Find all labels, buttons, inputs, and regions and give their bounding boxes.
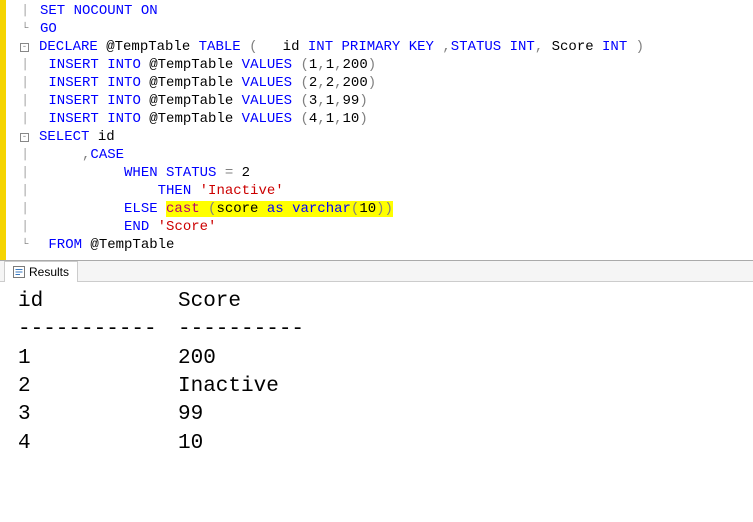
fold-spacer: │: [18, 56, 32, 74]
fold-spacer: │: [18, 74, 32, 92]
code-text: INSERT INTO @TempTable VALUES (2,2,200): [32, 74, 376, 92]
sql-editor[interactable]: │SET NOCOUNT ON └GO -DECLARE @TempTable …: [0, 0, 753, 260]
fold-spacer: │: [18, 200, 32, 218]
code-text: END 'Score': [32, 218, 216, 236]
output-row: 410: [18, 430, 753, 458]
change-indicator-bar: [0, 0, 6, 260]
code-line: │ WHEN STATUS = 2: [18, 164, 753, 182]
code-line: │ INSERT INTO @TempTable VALUES (2,2,200…: [18, 74, 753, 92]
code-text: ,CASE: [32, 146, 124, 164]
fold-toggle-icon[interactable]: -: [20, 133, 29, 142]
output-divider-col: ----------: [178, 316, 304, 344]
fold-toggle-icon[interactable]: -: [20, 43, 29, 52]
code-line: │ END 'Score': [18, 218, 753, 236]
output-cell: 2: [18, 373, 178, 401]
output-header: id Score: [18, 288, 753, 316]
code-line: └GO: [18, 20, 753, 38]
output-cell: Inactive: [178, 373, 279, 401]
tab-results-label: Results: [29, 265, 69, 279]
code-line: │ THEN 'Inactive': [18, 182, 753, 200]
code-text: INSERT INTO @TempTable VALUES (3,1,99): [32, 92, 368, 110]
code-line: │ ,CASE: [18, 146, 753, 164]
code-text: INSERT INTO @TempTable VALUES (4,1,10): [32, 110, 368, 128]
fold-spacer: │: [18, 2, 32, 20]
output-cell: 10: [178, 430, 203, 458]
fold-end: └: [18, 20, 32, 38]
code-text: DECLARE @TempTable TABLE ( id INT PRIMAR…: [31, 38, 644, 56]
fold-spacer: │: [18, 164, 32, 182]
code-text: ELSE cast (score as varchar(10)): [32, 200, 393, 218]
code-text: SET NOCOUNT ON: [32, 2, 158, 20]
output-cell: 1: [18, 345, 178, 373]
fold-spacer: │: [18, 146, 32, 164]
fold-end: └: [18, 236, 32, 254]
code-line: └ FROM @TempTable: [18, 236, 753, 254]
code-text: FROM @TempTable: [32, 236, 174, 254]
code-area[interactable]: │SET NOCOUNT ON └GO -DECLARE @TempTable …: [18, 2, 753, 254]
fold-spacer: │: [18, 218, 32, 236]
fold-spacer: │: [18, 110, 32, 128]
code-text: GO: [32, 20, 57, 38]
output-row: 1200: [18, 345, 753, 373]
code-text: SELECT id: [31, 128, 115, 146]
output-row: 2Inactive: [18, 373, 753, 401]
code-text: WHEN STATUS = 2: [32, 164, 250, 182]
code-line: -DECLARE @TempTable TABLE ( id INT PRIMA…: [18, 38, 753, 56]
output-cell: 3: [18, 401, 178, 429]
results-tab-bar: Results: [0, 260, 753, 282]
output-header-id: id: [18, 288, 178, 316]
output-cell: 99: [178, 401, 203, 429]
output-header-score: Score: [178, 288, 241, 316]
tab-results[interactable]: Results: [4, 261, 78, 282]
output-divider: ----------- ----------: [18, 316, 753, 344]
fold-spacer: │: [18, 92, 32, 110]
code-text: THEN 'Inactive': [32, 182, 284, 200]
code-line: │ INSERT INTO @TempTable VALUES (4,1,10): [18, 110, 753, 128]
output-rows: 12002Inactive399410: [18, 345, 753, 458]
fold-spacer: │: [18, 182, 32, 200]
code-line: -SELECT id: [18, 128, 753, 146]
code-line: │ ELSE cast (score as varchar(10)): [18, 200, 753, 218]
code-line: │SET NOCOUNT ON: [18, 2, 753, 20]
code-line: │ INSERT INTO @TempTable VALUES (1,1,200…: [18, 56, 753, 74]
code-text: INSERT INTO @TempTable VALUES (1,1,200): [32, 56, 376, 74]
results-output[interactable]: id Score ----------- ---------- 12002Ina…: [0, 282, 753, 458]
output-row: 399: [18, 401, 753, 429]
output-cell: 200: [178, 345, 216, 373]
output-divider-col: -----------: [18, 316, 178, 344]
results-text-icon: [13, 266, 25, 278]
output-cell: 4: [18, 430, 178, 458]
code-line: │ INSERT INTO @TempTable VALUES (3,1,99): [18, 92, 753, 110]
